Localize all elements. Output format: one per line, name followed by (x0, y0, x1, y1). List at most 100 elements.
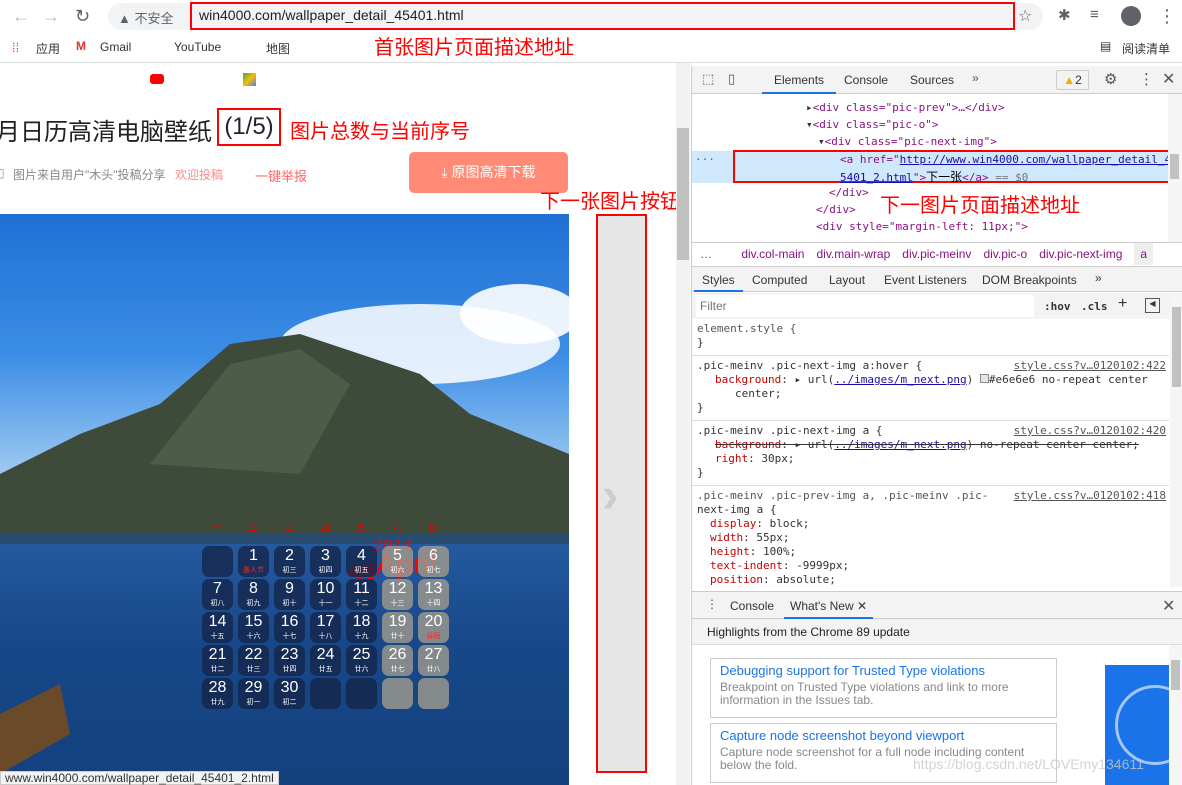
css-declaration[interactable]: width: 55px; (697, 531, 1164, 545)
inspect-element-icon[interactable]: ⬚ (702, 71, 714, 87)
next-url-link[interactable]: http://www.win4000.com/wallpaper_detail_… (900, 153, 1172, 166)
close-devtools-icon[interactable]: ✕ (1162, 69, 1175, 89)
toggle-sidebar-icon[interactable]: ◀ (1145, 298, 1160, 313)
styles-scrollbar[interactable] (1170, 293, 1182, 587)
wallpaper-image[interactable]: 2014 4月 April 一二三四五六日1愚人节2初三3初四4初五5初六6初七… (0, 214, 569, 785)
card-title[interactable]: Debugging support for Trusted Type viola… (720, 663, 1047, 678)
dom-node-margin[interactable]: <div style="margin-left: 11px;"> (816, 220, 1028, 233)
day-number: 1 (249, 547, 258, 564)
bookmark-apps[interactable]: 应用 (36, 40, 60, 57)
calendar-weekday: 日 (428, 523, 438, 534)
card-title[interactable]: Capture node screenshot beyond viewport (720, 728, 1047, 743)
breadcrumb-item[interactable]: div.main-wrap (816, 247, 890, 261)
star-icon[interactable]: ☆ (1018, 6, 1032, 26)
calendar-day (202, 546, 233, 577)
tab-sources[interactable]: Sources (910, 73, 954, 87)
rule-source-link[interactable]: style.css?v…0120102:420 (1014, 424, 1166, 438)
dom-node-selected-anchor[interactable]: ··· <a href="http://www.win4000.com/wall… (692, 150, 1172, 184)
page-scrollbar[interactable] (676, 63, 690, 785)
drawer-scrollbar[interactable] (1169, 645, 1182, 785)
cls-toggle[interactable]: .cls (1081, 300, 1108, 313)
profile-avatar-icon[interactable] (1121, 6, 1141, 26)
css-declaration[interactable]: text-indent: -9999px; (697, 559, 1164, 573)
calendar-day: 7 初八 (202, 579, 233, 610)
day-number: 4 (357, 547, 366, 564)
css-declaration[interactable]: position: absolute; (697, 573, 1164, 587)
reading-list-button[interactable]: 阅读清单 (1122, 40, 1170, 57)
calendar-day: 25 廿六 (346, 645, 377, 676)
next-image-button[interactable]: › (596, 214, 647, 773)
more-tabs-icon[interactable]: » (1095, 271, 1102, 285)
calendar-day: 12 十三 (382, 579, 413, 610)
security-indicator[interactable]: ▲ 不安全 (118, 8, 174, 27)
lunar-label: 十三 (390, 600, 405, 607)
back-icon[interactable]: ← (12, 6, 30, 27)
device-toolbar-icon[interactable]: ▯ (728, 71, 735, 87)
watermark: https://blog.csdn.net/LOVEmy134611 (913, 756, 1144, 772)
bookmark-youtube[interactable]: YouTube (174, 40, 221, 54)
extensions-icon[interactable]: ✱ (1058, 6, 1071, 24)
breadcrumb-item[interactable]: div.pic-o (983, 247, 1027, 261)
lunar-label: 十二 (354, 600, 369, 607)
new-style-rule-icon[interactable]: + (1118, 295, 1127, 313)
css-prop: background (715, 373, 782, 386)
close-drawer-icon[interactable]: ✕ (1162, 596, 1175, 616)
css-declaration[interactable]: display: block; (697, 517, 1164, 531)
bookmark-maps[interactable]: 地图 (266, 40, 290, 57)
drawer-tab-console[interactable]: Console (730, 599, 774, 613)
drawer-menu-icon[interactable]: ⋮ (706, 597, 718, 611)
whats-new-card[interactable]: Debugging support for Trusted Type viola… (710, 658, 1057, 718)
tab-console[interactable]: Console (844, 73, 888, 87)
css-url-link[interactable]: ../images/m_next.png (834, 438, 966, 451)
color-swatch[interactable] (979, 374, 989, 383)
day-number: 25 (352, 646, 371, 663)
tab-dom-breakpoints[interactable]: DOM Breakpoints (982, 273, 1077, 287)
dom-node-pic-next-img[interactable]: ▾<div class="pic-next-img"> (818, 135, 997, 148)
drawer-tab-whats-new[interactable]: What's New ✕ (784, 592, 874, 619)
calendar-day: 17 十八 (310, 612, 341, 643)
calendar-day: 14 十五 (202, 612, 233, 643)
whats-new-headline: Highlights from the Chrome 89 update (692, 619, 1182, 645)
rule-source-link[interactable]: style.css?v…0120102:422 (1014, 359, 1166, 373)
reload-icon[interactable]: ↻ (75, 6, 90, 27)
lunar-label: 十六 (246, 633, 261, 640)
next-url-link-cont[interactable]: 5401_2.html (840, 171, 913, 184)
styles-filter-input[interactable] (696, 295, 1034, 317)
close-tab-icon[interactable]: ✕ (857, 599, 867, 613)
css-declaration[interactable]: height: 100%; (697, 545, 1164, 559)
tab-computed[interactable]: Computed (752, 273, 807, 287)
style-rule-next-img-a[interactable]: .pic-meinv .pic-next-img a { style.css?v… (692, 421, 1169, 486)
bookmark-gmail[interactable]: Gmail (100, 40, 131, 54)
page-scrollbar-thumb[interactable] (677, 128, 689, 260)
day-number: 6 (429, 547, 438, 564)
rule-source-link[interactable]: style.css?v…0120102:418 (1014, 489, 1166, 503)
breadcrumb-item[interactable]: div.col-main (741, 247, 804, 261)
more-tabs-icon[interactable]: » (972, 71, 979, 85)
breadcrumb-item-current[interactable]: a (1134, 243, 1154, 265)
breadcrumb-item[interactable]: div.pic-meinv (902, 247, 971, 261)
style-rule-element[interactable]: element.style {} (692, 319, 1169, 356)
more-options-icon[interactable]: ⋮ (1139, 70, 1154, 88)
url-text[interactable]: win4000.com/wallpaper_detail_45401.html (199, 7, 464, 23)
forward-icon[interactable]: → (42, 6, 60, 27)
tab-elements[interactable]: Elements (762, 66, 837, 94)
menu-icon[interactable]: ⋮ (1158, 6, 1176, 27)
dom-scrollbar[interactable] (1168, 94, 1182, 242)
media-icon[interactable]: ≡ (1090, 6, 1099, 23)
contribute-link[interactable]: 欢迎投稿 (175, 166, 223, 183)
dom-node-pic-prev[interactable]: ▸<div class="pic-prev">…</div> (806, 101, 1005, 114)
tab-event-listeners[interactable]: Event Listeners (884, 273, 967, 287)
breadcrumb-ellipsis[interactable]: … (700, 247, 712, 261)
css-url-link[interactable]: ../images/m_next.png (834, 373, 966, 386)
report-link[interactable]: 一键举报 (255, 166, 307, 185)
style-rule-hover[interactable]: .pic-meinv .pic-next-img a:hover { style… (692, 356, 1169, 421)
tab-layout[interactable]: Layout (829, 273, 865, 287)
settings-gear-icon[interactable]: ⚙ (1104, 70, 1117, 88)
tab-styles[interactable]: Styles (694, 267, 743, 292)
hov-toggle[interactable]: :hov (1044, 300, 1071, 313)
warnings-badge[interactable]: ▲2 (1056, 70, 1089, 90)
breadcrumb-item[interactable]: div.pic-next-img (1039, 247, 1122, 261)
whats-new-card[interactable]: Capture node screenshot beyond viewport … (710, 723, 1057, 783)
dom-node-pic-o[interactable]: ▾<div class="pic-o"> (806, 118, 938, 131)
style-rule-prev-next-a[interactable]: .pic-meinv .pic-prev-img a, .pic-meinv .… (692, 486, 1169, 587)
